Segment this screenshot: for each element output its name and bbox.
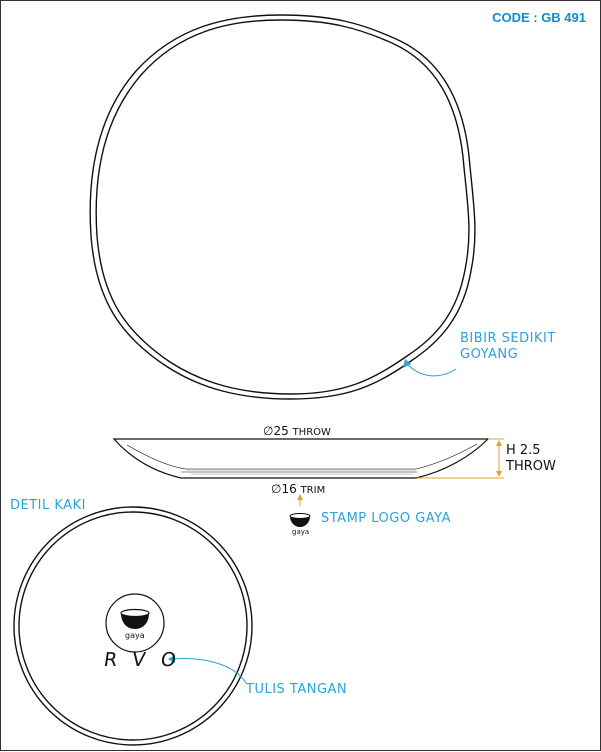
side-inner-line bbox=[126, 443, 478, 470]
top-diameter-unit: THROW bbox=[292, 427, 331, 438]
stamp-note: STAMP LOGO GAYA bbox=[321, 511, 451, 526]
foot-diameter-value: 16 bbox=[281, 482, 297, 496]
diameter-symbol: ∅ bbox=[271, 482, 282, 496]
top-diameter-label: ∅25 THROW bbox=[263, 424, 331, 438]
height-arrow-top bbox=[496, 440, 502, 446]
plate-rim-inner bbox=[95, 19, 470, 395]
drawing-sheet: CODE : GB 491 BIBIR SEDIKIT GOYANG ∅25 T… bbox=[0, 0, 601, 751]
foot-logo bbox=[105, 593, 165, 653]
stamp-logo-small bbox=[289, 513, 311, 527]
lip-note-line2: GOYANG bbox=[460, 347, 519, 362]
foot-diameter-label: ∅16 TRIM bbox=[271, 482, 325, 496]
top-diameter-value: 25 bbox=[273, 424, 289, 438]
foot-logo-label: gaya bbox=[125, 631, 145, 640]
handwriting-note: TULIS TANGAN bbox=[246, 682, 348, 697]
lip-callout-arrow bbox=[405, 362, 457, 377]
diameter-symbol: ∅ bbox=[263, 424, 274, 438]
height-value: H 2.5 bbox=[506, 443, 541, 458]
plate-rim-outer bbox=[89, 14, 476, 400]
plate-top-view bbox=[89, 14, 476, 400]
product-code: CODE : GB 491 bbox=[492, 10, 586, 25]
handwritten-mark: RVO bbox=[102, 649, 194, 671]
height-unit: THROW bbox=[506, 459, 556, 474]
plate-side-view bbox=[112, 438, 490, 479]
stamp-logo-label: gaya bbox=[292, 528, 310, 536]
height-arrow-bottom bbox=[496, 471, 502, 477]
foot-detail-title: DETIL KAKI bbox=[10, 498, 86, 513]
technical-drawing bbox=[13, 14, 504, 746]
height-label: H 2.5 THROW bbox=[506, 443, 556, 475]
lip-note-line1: BIBIR SEDIKIT bbox=[460, 331, 556, 346]
foot-diameter-unit: TRIM bbox=[300, 485, 326, 496]
height-dimension bbox=[417, 438, 504, 479]
